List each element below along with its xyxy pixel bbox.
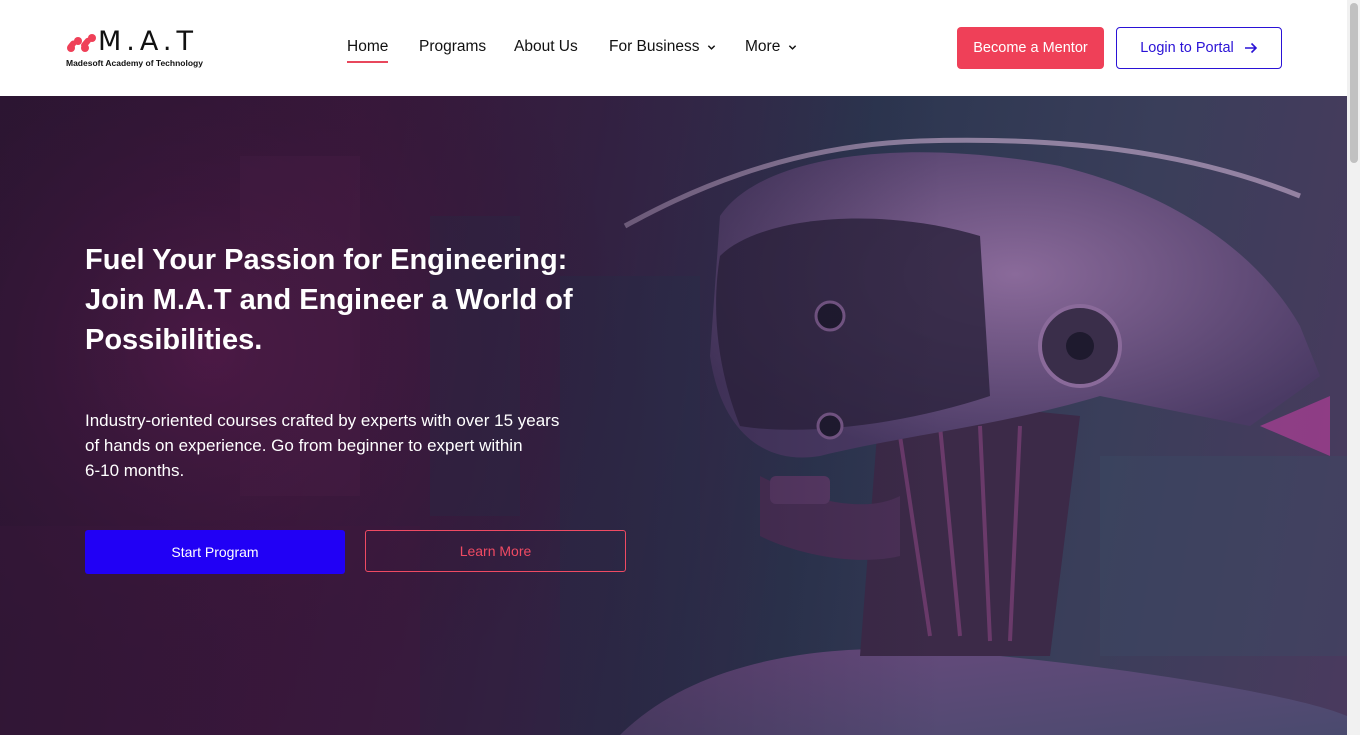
login-label: Login to Portal	[1140, 40, 1234, 56]
hero-title-line: Possibilities.	[85, 324, 263, 356]
hero-title-line: Fuel Your Passion for Engineering:	[85, 244, 568, 276]
active-underline	[347, 61, 389, 63]
chevron-down-icon	[708, 44, 716, 50]
nav-item-label: For Business	[609, 38, 700, 55]
brand-tagline: Madesoft Academy of Technology	[66, 58, 203, 68]
start-program-button[interactable]: Start Program	[85, 530, 345, 574]
brand-logo[interactable]: M.A.T Madesoft Academy of Technology	[66, 26, 216, 70]
nav-item-home[interactable]: Home	[347, 38, 389, 63]
nav-item-programs[interactable]: Programs	[419, 38, 486, 56]
nav-item-label: Home	[347, 38, 389, 55]
nav-item-label: About Us	[514, 38, 578, 55]
learn-more-button[interactable]: Learn More	[365, 530, 626, 572]
hero-section: Fuel Your Passion for Engineering: Join …	[0, 96, 1347, 735]
brand-name: M.A.T	[98, 26, 198, 57]
chevron-down-icon	[789, 44, 797, 50]
logo-mark-icon	[67, 34, 96, 52]
nav-item-for-business[interactable]: For Business	[609, 38, 716, 56]
site-header: M.A.T Madesoft Academy of Technology Hom…	[0, 0, 1347, 96]
nav-item-label: Programs	[419, 38, 487, 55]
scrollbar-thumb[interactable]	[1350, 3, 1358, 163]
arrow-right-icon	[1244, 42, 1257, 54]
hero-desc-line: Industry-oriented courses crafted by exp…	[85, 411, 560, 430]
hero-description: Industry-oriented courses crafted by exp…	[85, 408, 605, 483]
hero-title-line: Join M.A.T and Engineer a World of	[85, 284, 573, 316]
nav-item-label: More	[745, 38, 781, 55]
login-portal-button[interactable]: Login to Portal	[1116, 27, 1282, 69]
page-scrollbar[interactable]	[1347, 0, 1360, 735]
hero-desc-line: 6-10 months.	[85, 461, 185, 480]
hero-desc-line: of hands on experience. Go from beginner…	[85, 436, 523, 455]
hero-title: Fuel Your Passion for Engineering: Join …	[85, 240, 645, 360]
become-mentor-button[interactable]: Become a Mentor	[957, 27, 1104, 69]
nav-item-about-us[interactable]: About Us	[514, 38, 578, 56]
nav-item-more[interactable]: More	[745, 38, 797, 56]
